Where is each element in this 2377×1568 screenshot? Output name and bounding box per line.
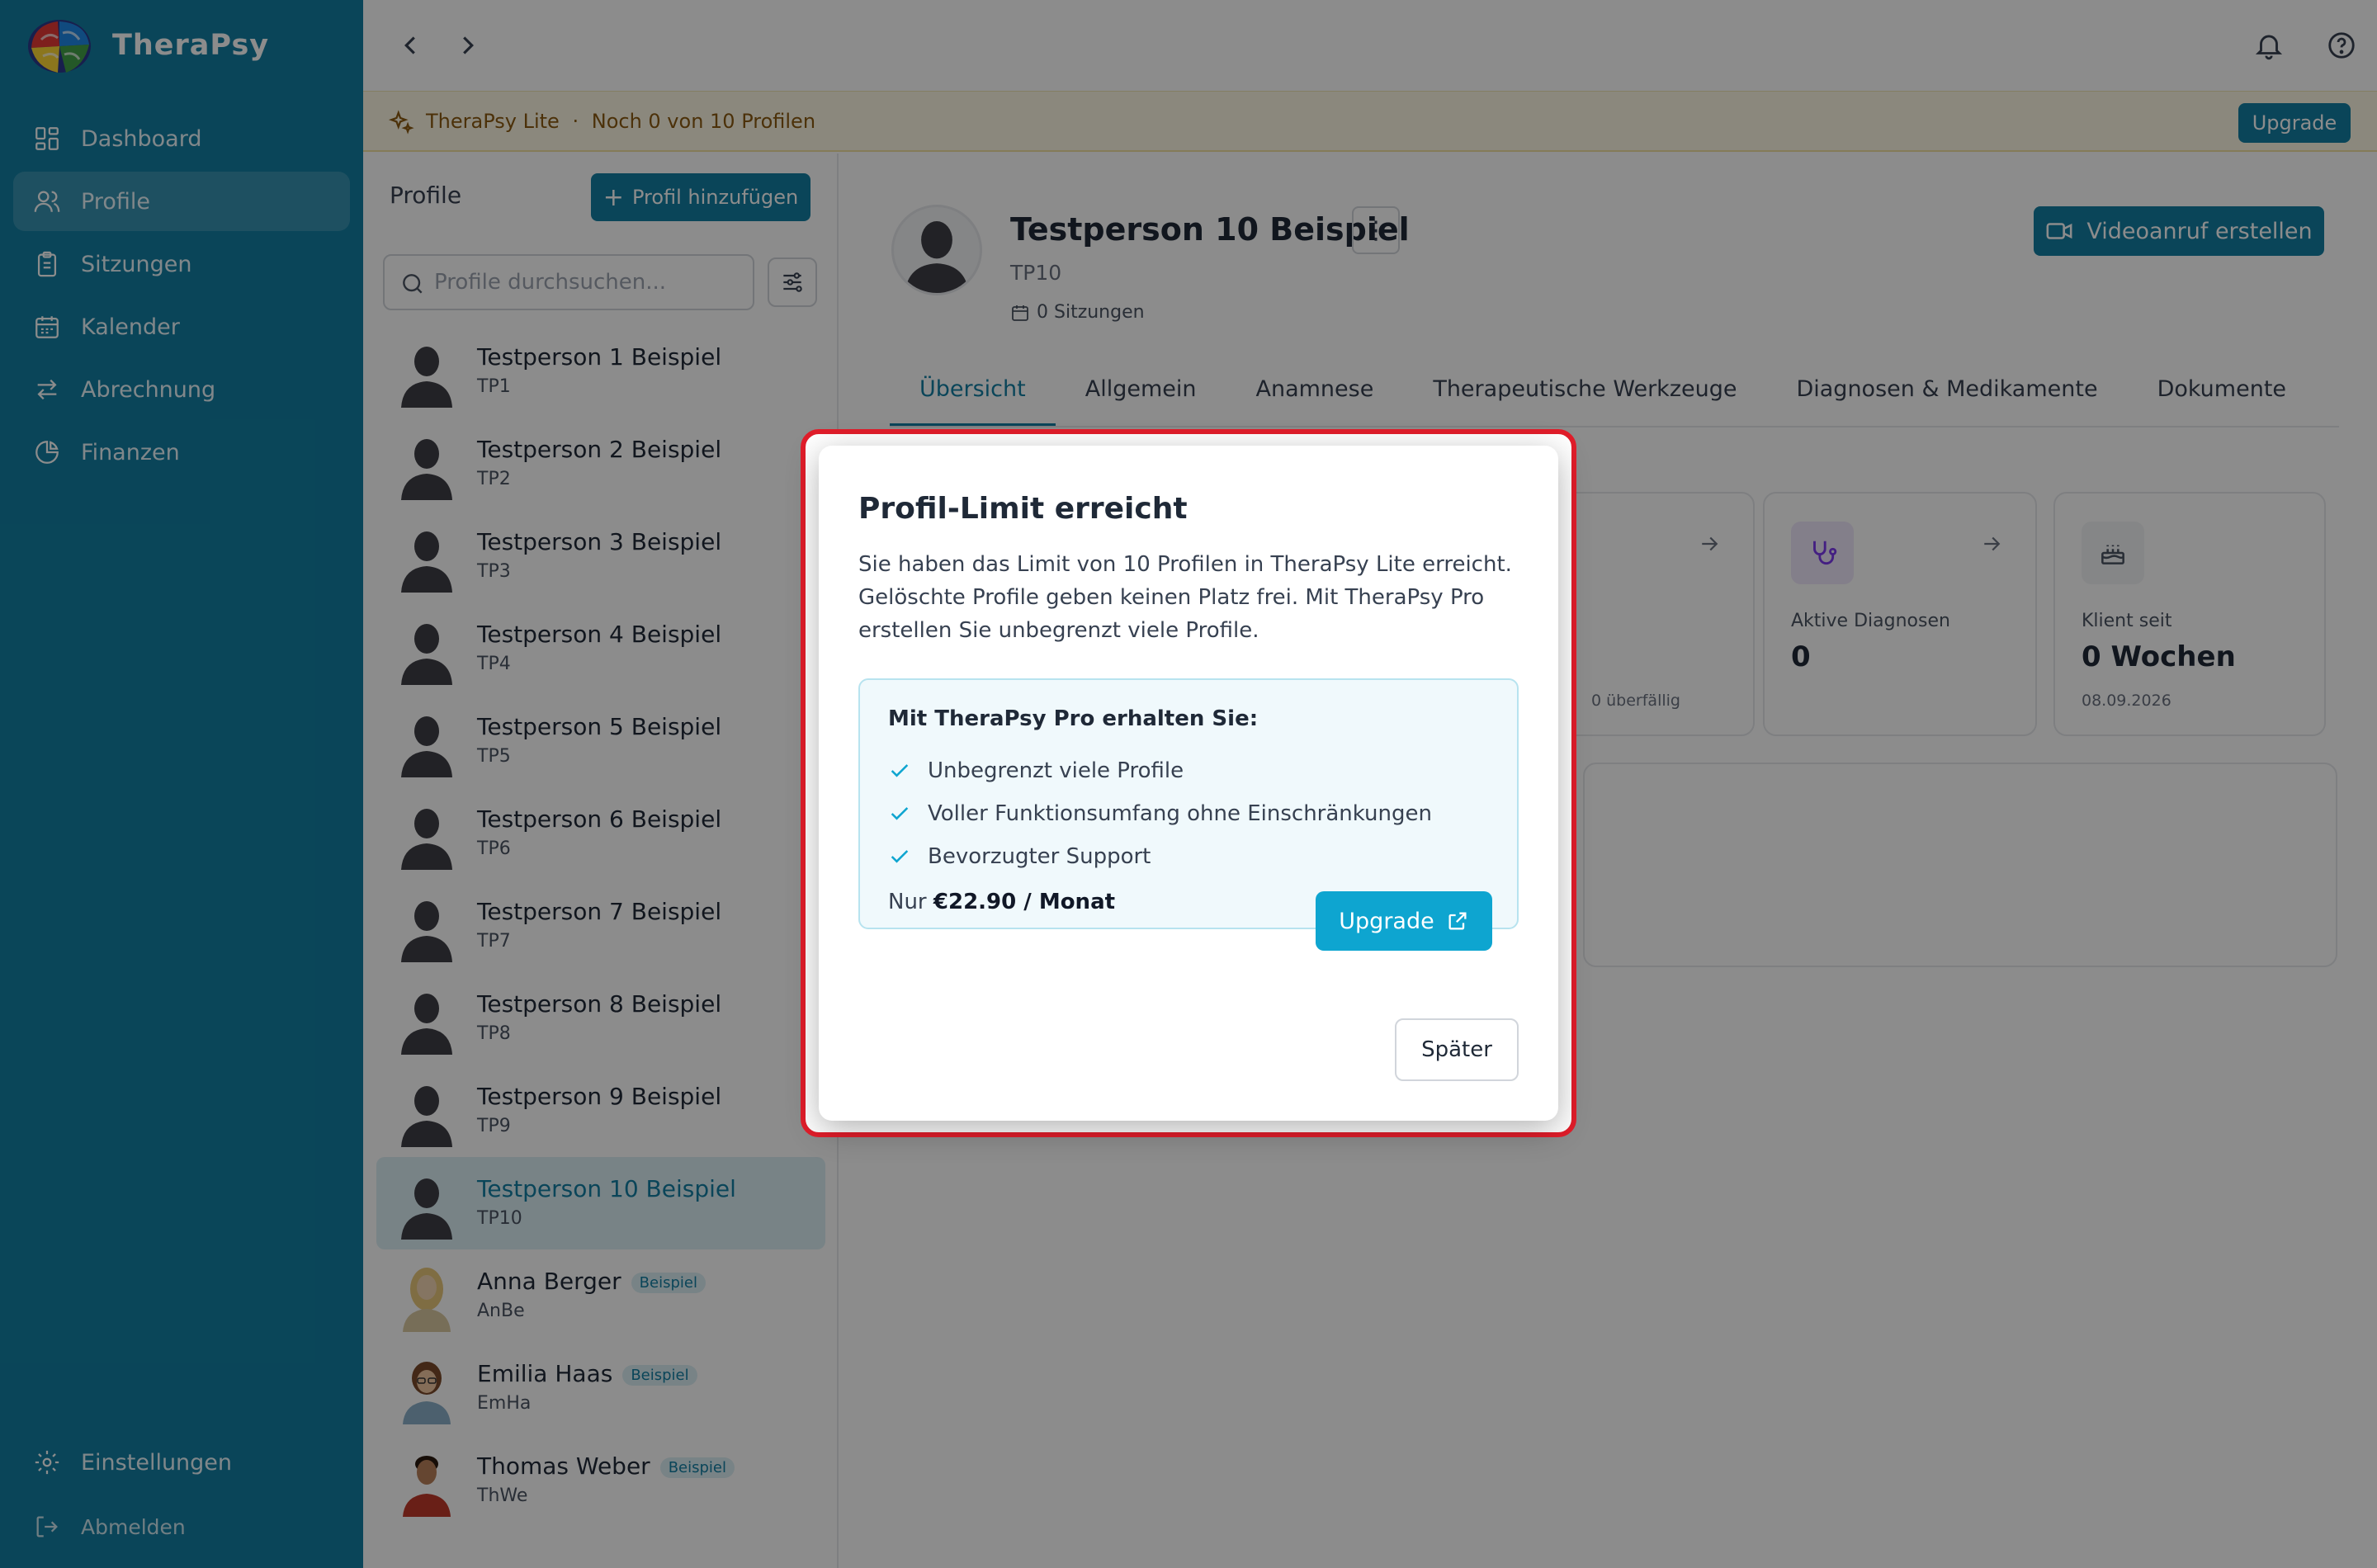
dialog-upgrade-button[interactable]: Upgrade [1316, 891, 1492, 951]
later-button[interactable]: Später [1395, 1018, 1519, 1081]
dialog-message: Sie haben das Limit von 10 Profilen in T… [858, 552, 1512, 643]
pro-feature-list: Unbegrenzt viele Profile Voller Funktion… [888, 749, 1432, 878]
profile-limit-dialog: Profil-Limit erreicht Sie haben das Limi… [819, 446, 1558, 1121]
check-icon [891, 764, 909, 777]
check-icon [891, 807, 909, 820]
pro-benefits-box: Mit TheraPsy Pro erhalten Sie: Unbegrenz… [858, 678, 1519, 951]
pro-feature-item: Bevorzugter Support [888, 835, 1432, 878]
upgrade-label: Upgrade [1339, 908, 1434, 934]
pro-price: Nur €22.90 / Monat [888, 890, 1116, 914]
pro-benefits-title: Mit TheraPsy Pro erhalten Sie: [888, 706, 1259, 731]
pro-feature-item: Voller Funktionsumfang ohne Einschränkun… [888, 792, 1432, 835]
check-icon [891, 850, 909, 863]
price-value: €22.90 / Monat [933, 890, 1116, 914]
pro-feature-item: Unbegrenzt viele Profile [888, 749, 1432, 792]
dialog-title: Profil-Limit erreicht [858, 492, 1188, 526]
external-link-icon [1448, 912, 1467, 930]
